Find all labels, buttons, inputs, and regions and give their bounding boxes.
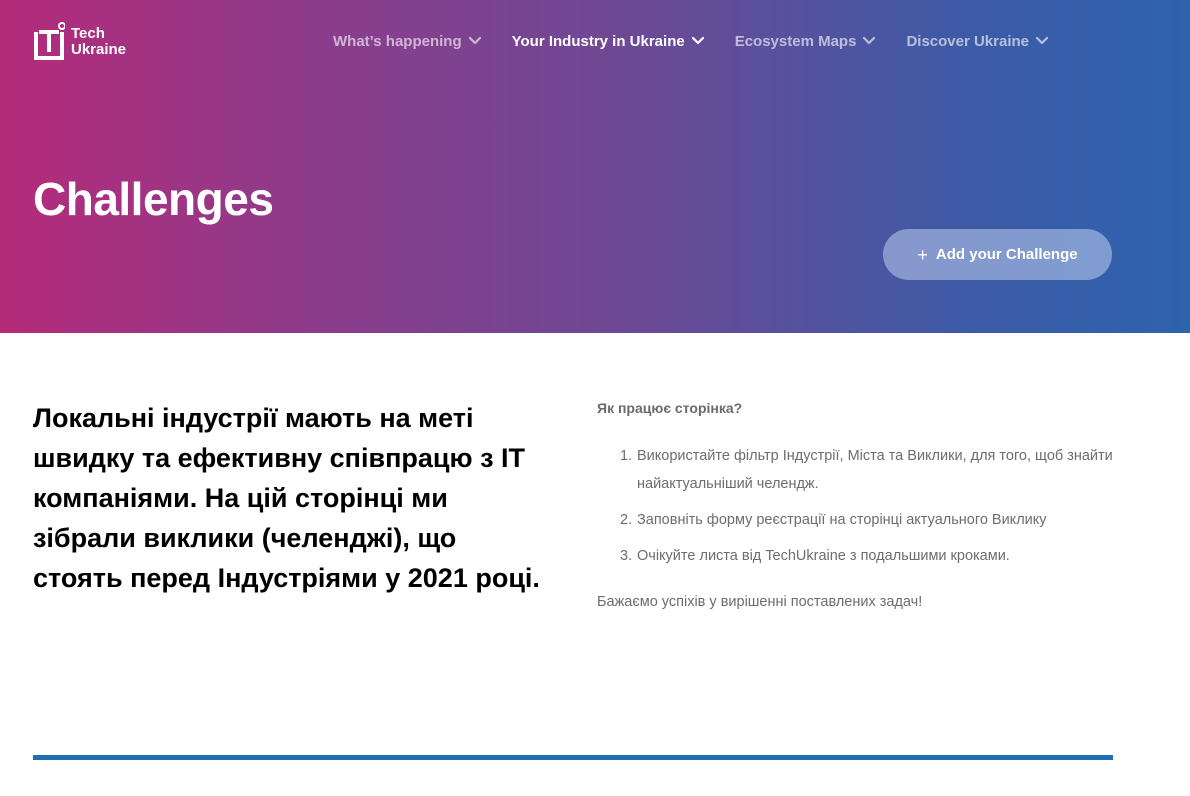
- section-divider: [33, 755, 1113, 760]
- how-it-works-title: Як працює сторінка?: [597, 400, 743, 416]
- page-title: Challenges: [33, 173, 274, 225]
- nav-item-whats-happening[interactable]: What’s happening: [333, 30, 482, 52]
- main-nav: What’s happening Your Industry in Ukrain…: [333, 30, 1049, 52]
- plus-icon: +: [917, 244, 928, 265]
- step-number: 1.: [620, 448, 633, 464]
- chevron-down-icon: [468, 36, 481, 45]
- step-text: Використайте фільтр Індустрії, Міста та …: [637, 448, 1113, 492]
- add-challenge-label: Add your Challenge: [935, 246, 1078, 263]
- chevron-down-icon: [863, 36, 876, 45]
- nav-item-label: What’s happening: [333, 32, 462, 50]
- nav-item-ecosystem-maps[interactable]: Ecosystem Maps: [735, 30, 877, 52]
- list-item: 2. Заповніть форму реєстрації на сторінц…: [620, 506, 1117, 534]
- list-item: 3. Очікуйте листа від TechUkraine з пода…: [620, 542, 1117, 570]
- nav-item-label: Ecosystem Maps: [734, 32, 857, 50]
- techukraine-logo[interactable]: Tech Ukraine: [33, 22, 126, 62]
- hero-banner: Tech Ukraine What’s happening Your Indus…: [0, 0, 1190, 333]
- nav-item-discover-ukraine[interactable]: Discover Ukraine: [906, 30, 1049, 52]
- steps-list: 1. Використайте фільтр Індустрії, Міста …: [597, 442, 1117, 570]
- intro-text: Локальні індустрії мають на меті швидку …: [33, 403, 540, 593]
- logo-icon: [34, 22, 65, 60]
- chevron-down-icon: [1035, 36, 1049, 45]
- how-it-works-section: Як працює сторінка? 1. Використайте філь…: [597, 400, 1117, 610]
- step-text: Заповніть форму реєстрації на сторінці а…: [637, 512, 1047, 528]
- logo-text: Tech Ukraine: [71, 26, 126, 58]
- wish-text: Бажаємо успіхів у вирішенні поставлених …: [597, 594, 923, 610]
- add-challenge-button[interactable]: + Add your Challenge: [883, 229, 1112, 280]
- chevron-down-icon: [691, 36, 704, 45]
- list-item: 1. Використайте фільтр Індустрії, Міста …: [620, 442, 1117, 498]
- step-number: 2.: [620, 512, 633, 528]
- nav-item-label: Your Industry in Ukraine: [511, 32, 685, 50]
- step-text: Очікуйте листа від TechUkraine з подальш…: [637, 548, 1010, 564]
- step-number: 3.: [620, 548, 633, 564]
- logo-text-line2: Ukraine: [71, 41, 127, 58]
- nav-item-label: Discover Ukraine: [906, 32, 1030, 50]
- nav-item-your-industry[interactable]: Your Industry in Ukraine: [512, 30, 705, 52]
- logo-text-line1: Tech: [71, 25, 105, 42]
